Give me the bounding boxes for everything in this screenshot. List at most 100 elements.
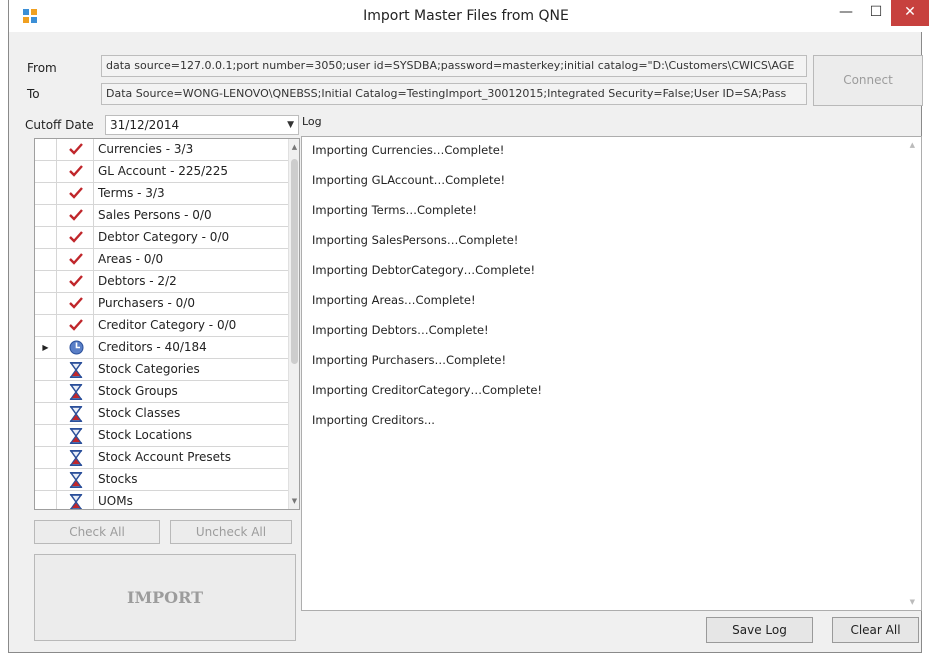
- log-line: Importing Purchasers…Complete!: [312, 353, 507, 367]
- row-header[interactable]: [35, 271, 57, 292]
- list-item-label: Stocks: [98, 472, 138, 486]
- list-item[interactable]: Stock Account Presets: [35, 447, 288, 469]
- window-title: Import Master Files from QNE: [363, 8, 569, 24]
- row-header[interactable]: [35, 469, 57, 490]
- checkmark-icon: [57, 183, 94, 204]
- hourglass-icon: [57, 469, 94, 490]
- list-item[interactable]: Debtor Category - 0/0: [35, 227, 288, 249]
- list-item[interactable]: Stock Groups: [35, 381, 288, 403]
- row-header[interactable]: [35, 359, 57, 380]
- connect-button[interactable]: Connect: [813, 55, 923, 106]
- scroll-thumb[interactable]: [291, 159, 298, 364]
- checkmark-icon: [57, 293, 94, 314]
- checkmark-icon: [57, 249, 94, 270]
- row-header[interactable]: [35, 447, 57, 468]
- row-header[interactable]: [35, 205, 57, 226]
- row-header[interactable]: [35, 381, 57, 402]
- import-items-grid[interactable]: Currencies - 3/3 GL Account - 225/225 Term…: [34, 138, 300, 510]
- checkmark-icon: [57, 205, 94, 226]
- chevron-down-icon[interactable]: ▼: [287, 116, 294, 134]
- list-item-label: Stock Account Presets: [98, 450, 231, 464]
- hourglass-icon: [57, 425, 94, 446]
- list-item-label: Areas - 0/0: [98, 252, 164, 266]
- log-line: Importing Currencies…Complete!: [312, 143, 505, 157]
- log-label: Log: [302, 115, 322, 128]
- row-header[interactable]: [35, 315, 57, 336]
- list-item[interactable]: Stock Classes: [35, 403, 288, 425]
- save-log-button[interactable]: Save Log: [706, 617, 813, 643]
- list-item[interactable]: Areas - 0/0: [35, 249, 288, 271]
- list-item[interactable]: Sales Persons - 0/0: [35, 205, 288, 227]
- list-item-label: Debtor Category - 0/0: [98, 230, 230, 244]
- log-line: Importing GLAccount…Complete!: [312, 173, 506, 187]
- cutoff-date-value: 31/12/2014: [110, 118, 180, 132]
- row-header[interactable]: [35, 161, 57, 182]
- checkmark-icon: [57, 315, 94, 336]
- list-item[interactable]: Creditor Category - 0/0: [35, 315, 288, 337]
- to-label: To: [27, 87, 40, 101]
- cutoff-date-label: Cutoff Date: [25, 118, 94, 132]
- hourglass-icon: [57, 403, 94, 424]
- scroll-up-icon[interactable]: ▲: [289, 143, 299, 151]
- row-header[interactable]: [35, 183, 57, 204]
- row-header[interactable]: [35, 227, 57, 248]
- scroll-down-icon[interactable]: ▼: [289, 497, 299, 505]
- row-header[interactable]: [35, 139, 57, 160]
- maximize-button[interactable]: ☐: [861, 0, 891, 26]
- row-header[interactable]: [35, 249, 57, 270]
- close-button[interactable]: ✕: [891, 0, 929, 26]
- list-item[interactable]: Debtors - 2/2: [35, 271, 288, 293]
- log-line: Importing Areas…Complete!: [312, 293, 476, 307]
- hourglass-icon: [57, 359, 94, 380]
- log-scroll-down-icon[interactable]: ▼: [910, 598, 915, 606]
- list-item[interactable]: ▶ Creditors - 40/184: [35, 337, 288, 359]
- log-line: Importing SalesPersons…Complete!: [312, 233, 519, 247]
- title-bar: Import Master Files from QNE — ☐ ✕: [9, 0, 929, 32]
- clock-icon: [57, 337, 94, 358]
- import-button[interactable]: IMPORT: [34, 554, 296, 641]
- checkmark-icon: [57, 227, 94, 248]
- list-item-label: Stock Classes: [98, 406, 181, 420]
- list-item[interactable]: GL Account - 225/225: [35, 161, 288, 183]
- list-item[interactable]: Terms - 3/3: [35, 183, 288, 205]
- list-item[interactable]: Stocks: [35, 469, 288, 491]
- log-panel[interactable]: Importing Currencies…Complete! Importing …: [301, 136, 922, 611]
- list-item-label: Sales Persons - 0/0: [98, 208, 212, 222]
- list-item-label: Stock Groups: [98, 384, 178, 398]
- list-item[interactable]: Currencies - 3/3: [35, 139, 288, 161]
- list-item-label: Creditor Category - 0/0: [98, 318, 237, 332]
- row-header[interactable]: [35, 491, 57, 509]
- list-item[interactable]: Purchasers - 0/0: [35, 293, 288, 315]
- from-field[interactable]: data source=127.0.0.1;port number=3050;u…: [101, 55, 807, 77]
- list-item[interactable]: Stock Locations: [35, 425, 288, 447]
- log-line: Importing Terms…Complete!: [312, 203, 478, 217]
- list-item-label: Currencies - 3/3: [98, 142, 194, 156]
- checkmark-icon: [57, 161, 94, 182]
- checkmark-icon: [57, 271, 94, 292]
- check-all-button[interactable]: Check All: [34, 520, 160, 544]
- log-line: Importing DebtorCategory…Complete!: [312, 263, 536, 277]
- row-header[interactable]: [35, 403, 57, 424]
- from-label: From: [27, 61, 57, 75]
- hourglass-icon: [57, 381, 94, 402]
- log-line: Importing CreditorCategory…Complete!: [312, 383, 543, 397]
- list-item-label: Debtors - 2/2: [98, 274, 177, 288]
- list-item-label: GL Account - 225/225: [98, 164, 229, 178]
- list-item[interactable]: Stock Categories: [35, 359, 288, 381]
- list-item-label: UOMs: [98, 494, 133, 508]
- row-header[interactable]: ▶: [35, 337, 57, 358]
- list-item[interactable]: UOMs: [35, 491, 288, 509]
- clear-all-button[interactable]: Clear All: [832, 617, 919, 643]
- to-field[interactable]: Data Source=WONG-LENOVO\QNEBSS;Initial C…: [101, 83, 807, 105]
- grid-scrollbar[interactable]: ▲ ▼: [288, 139, 299, 509]
- list-item-label: Stock Categories: [98, 362, 200, 376]
- row-header[interactable]: [35, 425, 57, 446]
- hourglass-icon: [57, 491, 94, 509]
- hourglass-icon: [57, 447, 94, 468]
- list-item-label: Purchasers - 0/0: [98, 296, 195, 310]
- uncheck-all-button[interactable]: Uncheck All: [170, 520, 292, 544]
- log-scroll-up-icon[interactable]: ▲: [910, 141, 915, 149]
- row-header[interactable]: [35, 293, 57, 314]
- minimize-button[interactable]: —: [831, 0, 861, 26]
- cutoff-date-combo[interactable]: 31/12/2014 ▼: [105, 115, 299, 135]
